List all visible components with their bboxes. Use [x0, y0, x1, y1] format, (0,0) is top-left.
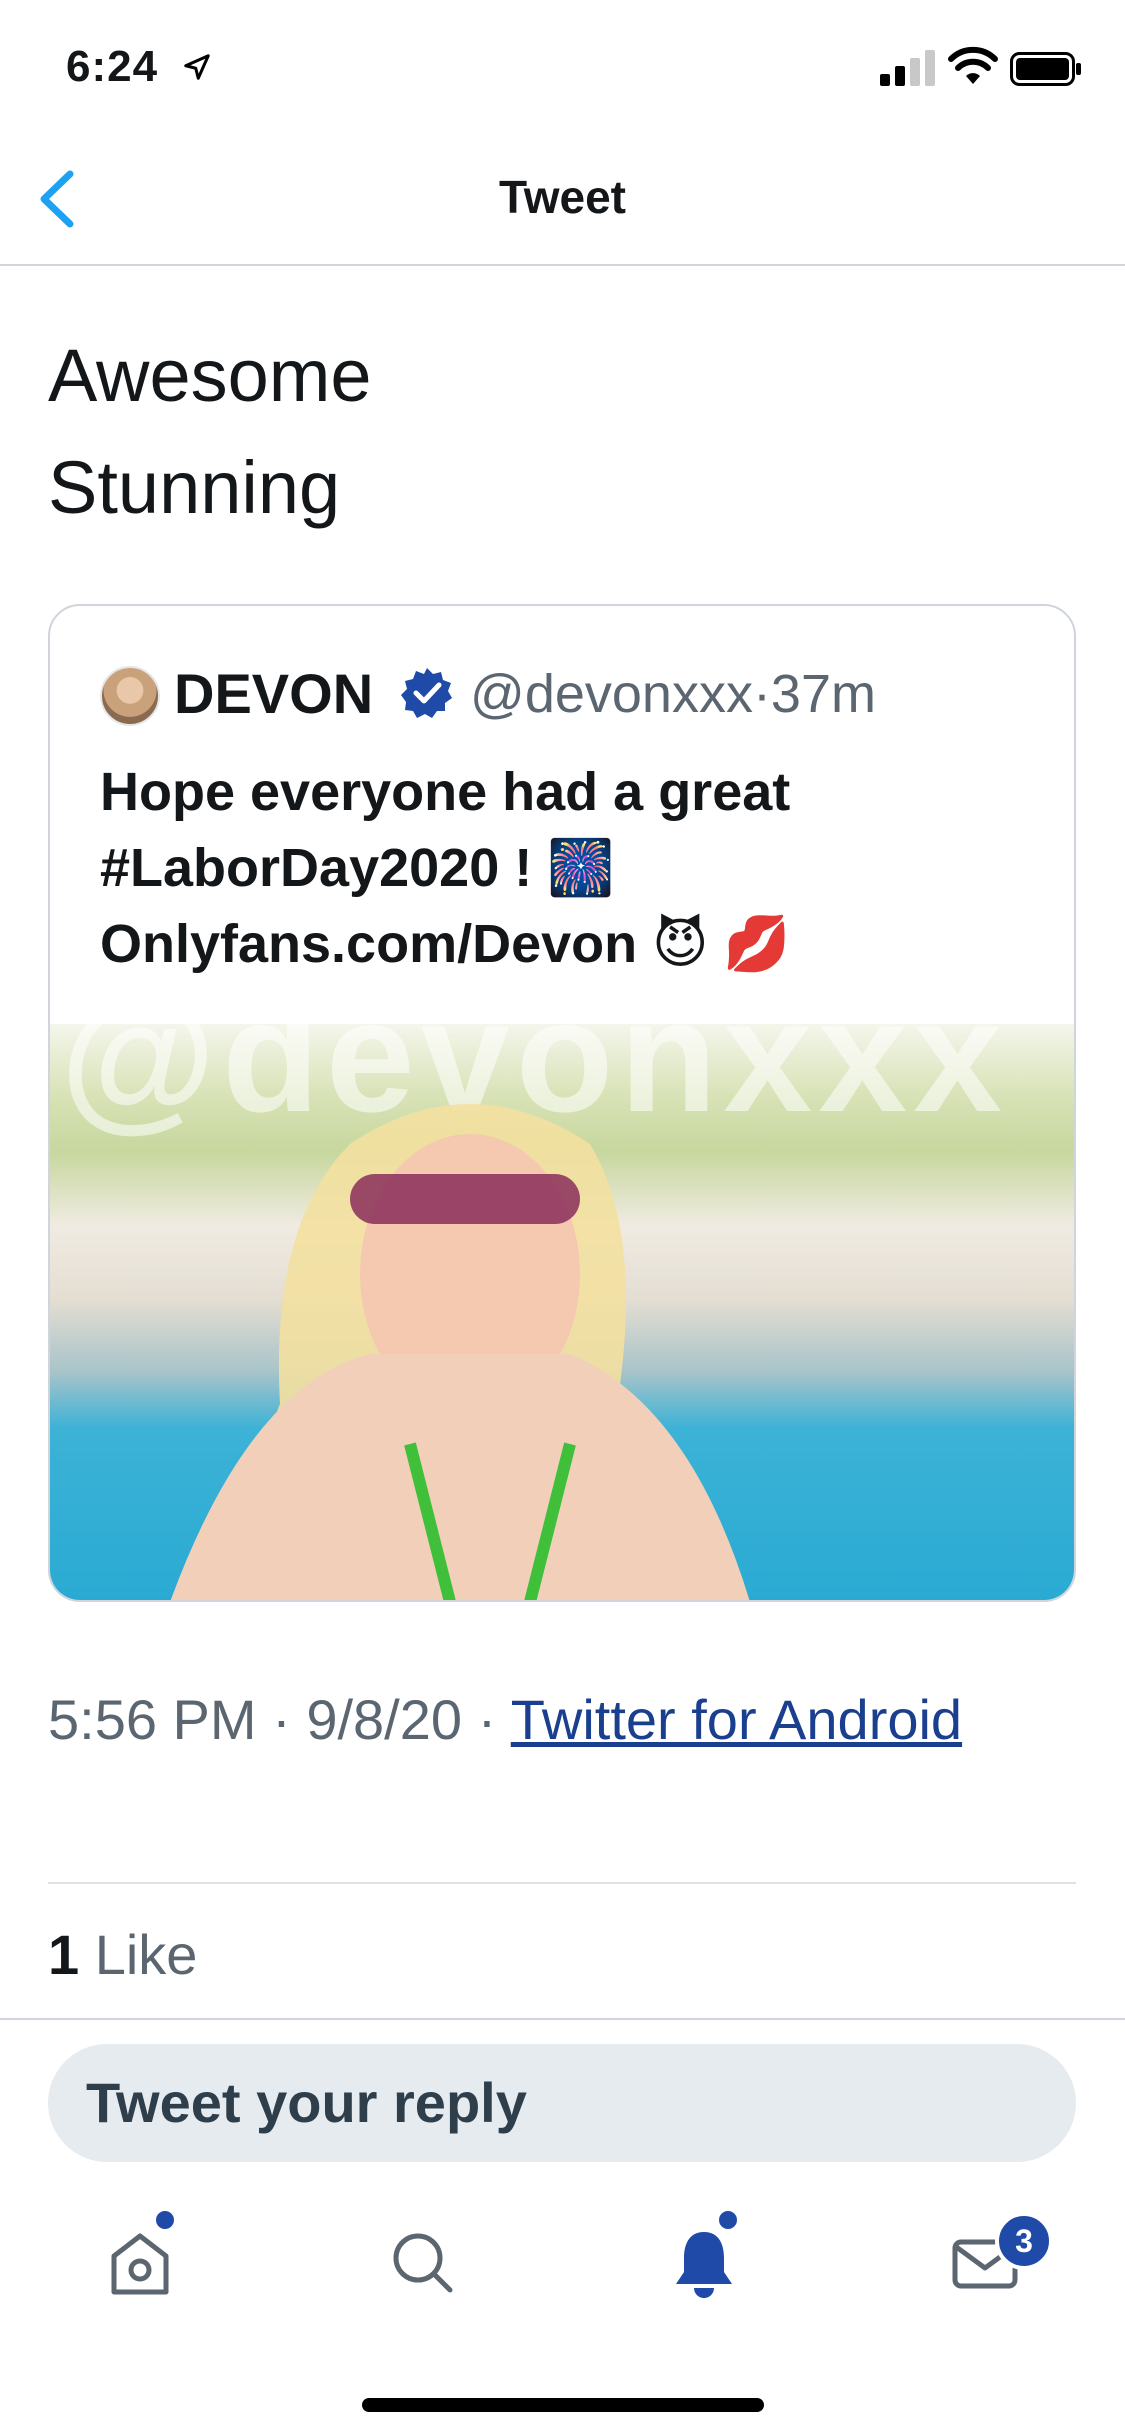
photo-subject — [170, 1104, 750, 1600]
quoted-tweet-card[interactable]: DEVON @devonxxx·37m Hope everyone had a … — [48, 604, 1076, 1602]
wifi-icon — [948, 46, 998, 84]
verified-badge-icon — [401, 668, 452, 718]
source-link[interactable]: Twitter for Android — [511, 1688, 962, 1751]
divider — [0, 2018, 1125, 2020]
tweet-text: Awesome Stunning — [48, 334, 372, 529]
likes-count[interactable]: 1 Like — [48, 1922, 197, 1987]
likes-number: 1 — [48, 1923, 80, 1986]
messages-badge: 3 — [995, 2212, 1053, 2270]
divider — [48, 1882, 1076, 1884]
tweet-media-image[interactable]: @devonxxx — [50, 966, 1074, 1600]
quoted-tweet-body: Hope everyone had a great #LaborDay2020 … — [100, 762, 791, 974]
quoted-handle-time: @devonxxx·37m — [470, 664, 876, 724]
home-icon[interactable] — [100, 2222, 180, 2302]
home-indicator[interactable] — [362, 2398, 764, 2412]
likes-label: Like — [79, 1923, 198, 1986]
page-title: Tweet — [499, 171, 626, 223]
cellular-signal-icon — [880, 50, 935, 86]
notifications-bell-icon[interactable] — [664, 2222, 744, 2302]
nav-divider — [0, 264, 1125, 266]
quoted-author-name: DEVON — [174, 662, 374, 725]
tweet-meta: 5:56 PM · 9/8/20 · Twitter for Android — [48, 1680, 1048, 1760]
reply-placeholder: Tweet your reply — [86, 2071, 527, 2134]
tweet-timestamp: 5:56 PM · 9/8/20 · — [48, 1688, 511, 1751]
location-arrow-icon — [184, 54, 210, 80]
search-icon[interactable] — [382, 2222, 462, 2302]
battery-icon — [1010, 52, 1081, 86]
status-time: 6:24 — [66, 42, 159, 91]
home-notification-dot — [153, 2208, 177, 2232]
notifications-dot — [716, 2208, 740, 2232]
avatar[interactable] — [100, 666, 160, 726]
